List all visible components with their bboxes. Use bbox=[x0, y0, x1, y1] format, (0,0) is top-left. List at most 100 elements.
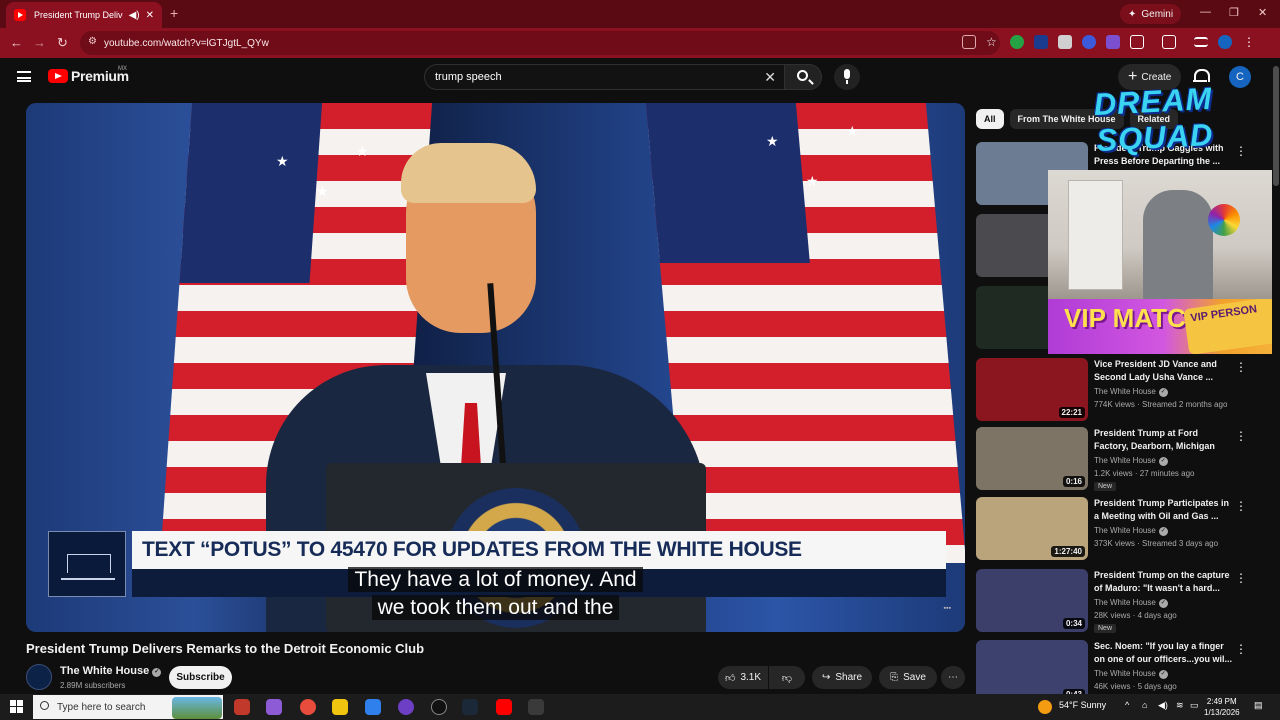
close-window-icon[interactable]: ✕ bbox=[1258, 6, 1267, 19]
taskbar-app-icon-1[interactable] bbox=[234, 699, 250, 715]
recommendation-item[interactable]: 22:21 Vice President JD Vance and Second … bbox=[976, 358, 1266, 422]
recommendation-channel[interactable]: The White House ✓ bbox=[1094, 456, 1168, 466]
speaker-icon[interactable]: ◀) bbox=[129, 10, 140, 21]
discord-icon[interactable] bbox=[398, 699, 414, 715]
recommendation-thumbnail[interactable]: 0:16 bbox=[976, 427, 1088, 490]
recommendation-title[interactable]: Sec. Noem: "If you lay a finger on one o… bbox=[1094, 640, 1234, 666]
recommendation-title[interactable]: Vice President JD Vance and Second Lady … bbox=[1094, 358, 1234, 384]
recommendation-channel[interactable]: The White House ✓ bbox=[1094, 598, 1168, 608]
channel-name[interactable]: The White House ✓ bbox=[60, 665, 162, 677]
gemini-button[interactable]: ✦ Gemini bbox=[1120, 4, 1182, 24]
verified-icon: ✓ bbox=[1158, 599, 1168, 608]
extensions-puzzle-icon[interactable] bbox=[1130, 35, 1144, 49]
recommendation-channel[interactable]: The White House ✓ bbox=[1094, 387, 1168, 397]
video-player[interactable]: ★ ★ ★ ★ ★ ★ TEXT “POTUS” TO 45470 FOR UP… bbox=[26, 103, 965, 632]
side-panel-icon[interactable] bbox=[1162, 35, 1176, 49]
restore-icon[interactable]: ❐ bbox=[1229, 6, 1239, 19]
more-options-icon[interactable]: ⋮ bbox=[1235, 642, 1247, 656]
more-options-icon[interactable]: ⋮ bbox=[1235, 429, 1247, 443]
recommendation-thumbnail[interactable]: 0:34 bbox=[976, 569, 1088, 632]
steam-icon[interactable] bbox=[462, 699, 478, 715]
thumbs-up-icon: 👍︎ bbox=[724, 672, 736, 684]
notification-center-icon[interactable]: ▤ bbox=[1254, 700, 1263, 711]
voice-search-icon[interactable] bbox=[834, 64, 860, 90]
battery-icon[interactable]: ▭ bbox=[1190, 700, 1199, 711]
volume-icon[interactable]: ◀) bbox=[1158, 700, 1168, 711]
obs-icon[interactable] bbox=[431, 699, 447, 715]
recommendation-thumbnail[interactable]: 1:27:40 bbox=[976, 497, 1088, 560]
recommendation-thumbnail[interactable]: 22:21 bbox=[976, 358, 1088, 421]
search-input[interactable]: trump speech ✕ bbox=[424, 64, 785, 90]
page-scrollbar[interactable] bbox=[1272, 60, 1280, 692]
thumbs-down-icon: 👎︎ bbox=[781, 672, 793, 684]
wifi-icon[interactable]: ≋ bbox=[1176, 700, 1184, 711]
forward-icon[interactable]: → bbox=[33, 35, 46, 50]
lower-third-text: TEXT “POTUS” TO 45470 FOR UPDATES FROM T… bbox=[132, 531, 946, 569]
site-info-icon[interactable]: ⚙ bbox=[88, 36, 97, 47]
create-label: Create bbox=[1141, 71, 1172, 83]
channel-avatar[interactable] bbox=[26, 664, 52, 690]
reload-icon[interactable]: ↻ bbox=[57, 35, 68, 51]
cast-icon[interactable] bbox=[962, 35, 976, 49]
dislike-button[interactable]: 👎︎ bbox=[769, 666, 805, 689]
more-options-icon[interactable]: ⋮ bbox=[1235, 571, 1247, 585]
monitor-app-icon[interactable] bbox=[528, 699, 544, 715]
recommendation-title[interactable]: President Trump Participates in a Meetin… bbox=[1094, 497, 1234, 523]
copilot-icon[interactable] bbox=[266, 699, 282, 715]
chrome-icon[interactable] bbox=[300, 699, 316, 715]
profile-icon[interactable] bbox=[1218, 35, 1232, 49]
back-icon[interactable]: ← bbox=[10, 35, 23, 50]
youtube-app-icon[interactable] bbox=[496, 699, 512, 715]
chip-all[interactable]: All bbox=[976, 109, 1004, 129]
extension-icon[interactable] bbox=[1058, 35, 1072, 49]
subscribe-button[interactable]: Subscribe bbox=[169, 666, 232, 689]
taskbar-widget-image[interactable] bbox=[172, 697, 222, 719]
youtube-premium-logo[interactable]: Premium MX bbox=[48, 66, 129, 84]
address-bar[interactable]: ⚙ youtube.com/watch?v=lGTJgtL_QYw bbox=[80, 31, 1000, 55]
grammarly-extension-icon[interactable] bbox=[1010, 35, 1024, 49]
close-tab-icon[interactable]: ✕ bbox=[146, 10, 154, 21]
media-controls-icon[interactable] bbox=[1194, 37, 1208, 47]
verified-icon: ✓ bbox=[1158, 388, 1168, 397]
more-options-icon[interactable]: ⋮ bbox=[1235, 499, 1247, 513]
new-tab-icon[interactable]: + bbox=[170, 5, 178, 21]
new-badge: New bbox=[1094, 624, 1117, 633]
windows-start-icon[interactable] bbox=[10, 700, 24, 714]
shield-extension-icon[interactable] bbox=[1034, 35, 1048, 49]
weather-text[interactable]: 54°F Sunny bbox=[1059, 700, 1106, 710]
file-explorer-icon[interactable] bbox=[332, 699, 348, 715]
recommendation-item[interactable]: 0:16 President Trump at Ford Factory, Dea… bbox=[976, 427, 1266, 491]
network-icon[interactable]: ⌂ bbox=[1142, 700, 1147, 710]
save-button[interactable]: ⎘ Save bbox=[879, 666, 937, 689]
recommendation-channel[interactable]: The White House ✓ bbox=[1094, 526, 1168, 536]
like-count: 3.1K bbox=[740, 672, 762, 683]
more-options-icon[interactable]: ⋮ bbox=[1235, 360, 1247, 374]
more-actions-icon[interactable]: ⋯ bbox=[941, 666, 965, 689]
url-text: youtube.com/watch?v=lGTJgtL_QYw bbox=[104, 37, 269, 49]
browser-tab-strip: President Trump Delivers Re ◀) ✕ + ✦ Gem… bbox=[0, 0, 1280, 28]
share-button[interactable]: ↪ Share bbox=[812, 666, 872, 689]
search-icon bbox=[797, 70, 808, 81]
like-button[interactable]: 👍︎ 3.1K bbox=[718, 666, 768, 689]
plus-icon: + bbox=[1128, 68, 1138, 85]
browser-menu-icon[interactable]: ⋮ bbox=[1242, 35, 1256, 49]
recommendation-item[interactable]: 1:27:40 President Trump Participates in a… bbox=[976, 497, 1266, 561]
recommendation-title[interactable]: President Trump on the capture of Maduro… bbox=[1094, 569, 1234, 595]
recommendation-item[interactable]: 0:34 President Trump on the capture of Ma… bbox=[976, 569, 1266, 633]
recommendation-title[interactable]: President Trump at Ford Factory, Dearbor… bbox=[1094, 427, 1234, 453]
menu-icon[interactable] bbox=[17, 71, 31, 82]
weather-icon[interactable] bbox=[1038, 700, 1052, 714]
extension-purple-icon[interactable] bbox=[1106, 35, 1120, 49]
tray-chevron-icon[interactable]: ^ bbox=[1125, 700, 1129, 710]
store-icon[interactable] bbox=[365, 699, 381, 715]
recommendation-channel[interactable]: The White House ✓ bbox=[1094, 669, 1168, 679]
search-button[interactable] bbox=[784, 64, 822, 90]
taskbar-clock[interactable]: 2:49 PM 1/13/2026 bbox=[1204, 696, 1240, 718]
logo-region: MX bbox=[118, 66, 127, 72]
extension-blue-icon[interactable] bbox=[1082, 35, 1096, 49]
minimize-icon[interactable]: — bbox=[1200, 6, 1211, 18]
browser-tab-active[interactable]: President Trump Delivers Re ◀) ✕ bbox=[6, 2, 162, 28]
scrollbar-thumb[interactable] bbox=[1273, 66, 1279, 186]
bookmark-star-icon[interactable]: ☆ bbox=[986, 35, 1000, 49]
clear-search-icon[interactable]: ✕ bbox=[764, 69, 776, 86]
